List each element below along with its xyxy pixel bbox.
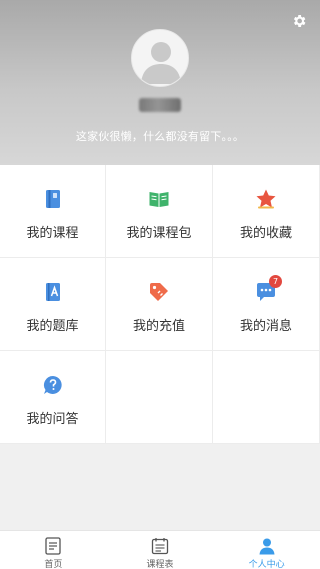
schedule-icon (151, 538, 169, 555)
profile-header: 这家伙很懒，什么都没有留下。。。 (0, 0, 320, 165)
menu-item-label: 我的消息 (239, 319, 292, 334)
menu-item-label: 我的题库 (26, 319, 79, 334)
message-icon-wrap: 7 (255, 275, 282, 303)
question-bubble-icon (43, 376, 62, 394)
menu-item-my-recharge[interactable]: 我的充值 (106, 258, 213, 351)
home-list-icon (45, 537, 61, 555)
menu-item-label: 我的收藏 (239, 226, 292, 241)
menu-item-my-course-packages[interactable]: 我的课程包 (106, 165, 213, 258)
username-blurred (139, 98, 181, 112)
tab-label: 课程表 (146, 560, 174, 569)
book-icon (45, 190, 60, 208)
tab-profile[interactable]: 个人中心 (213, 531, 320, 569)
menu-item-label: 我的充值 (132, 319, 185, 334)
user-icon (259, 538, 275, 555)
menu-grid: 我的课程 我的课程包 我的收藏 我的题库 我的充值 7 我的消息 我的问答 (0, 165, 320, 444)
menu-item-my-qa[interactable]: 我的问答 (0, 351, 106, 444)
settings-button[interactable] (290, 12, 308, 30)
gear-icon (293, 15, 306, 27)
tab-home[interactable]: 首页 (0, 531, 107, 569)
menu-item-label: 我的课程 (26, 226, 79, 241)
menu-item-label: 我的问答 (26, 412, 79, 427)
unread-badge: 7 (269, 275, 282, 288)
open-book-icon (149, 192, 169, 207)
bottom-tab-bar: 首页 课程表 个人中心 (0, 530, 320, 569)
menu-item-my-messages[interactable]: 7 我的消息 (213, 258, 320, 351)
user-bio: 这家伙很懒，什么都没有留下。。。 (75, 130, 245, 143)
tab-schedule[interactable]: 课程表 (107, 531, 214, 569)
menu-item-my-favorites[interactable]: 我的收藏 (213, 165, 320, 258)
tab-label: 个人中心 (248, 560, 285, 569)
question-bank-icon (45, 283, 60, 301)
default-avatar-icon (141, 42, 181, 84)
menu-empty-cell (106, 351, 213, 444)
tab-label: 首页 (44, 560, 63, 569)
star-icon (256, 189, 276, 209)
recharge-tag-icon (150, 283, 168, 301)
avatar[interactable] (131, 29, 189, 87)
menu-empty-cell (213, 351, 320, 444)
menu-item-my-courses[interactable]: 我的课程 (0, 165, 106, 258)
menu-item-label: 我的课程包 (126, 226, 192, 241)
menu-item-my-question-bank[interactable]: 我的题库 (0, 258, 106, 351)
